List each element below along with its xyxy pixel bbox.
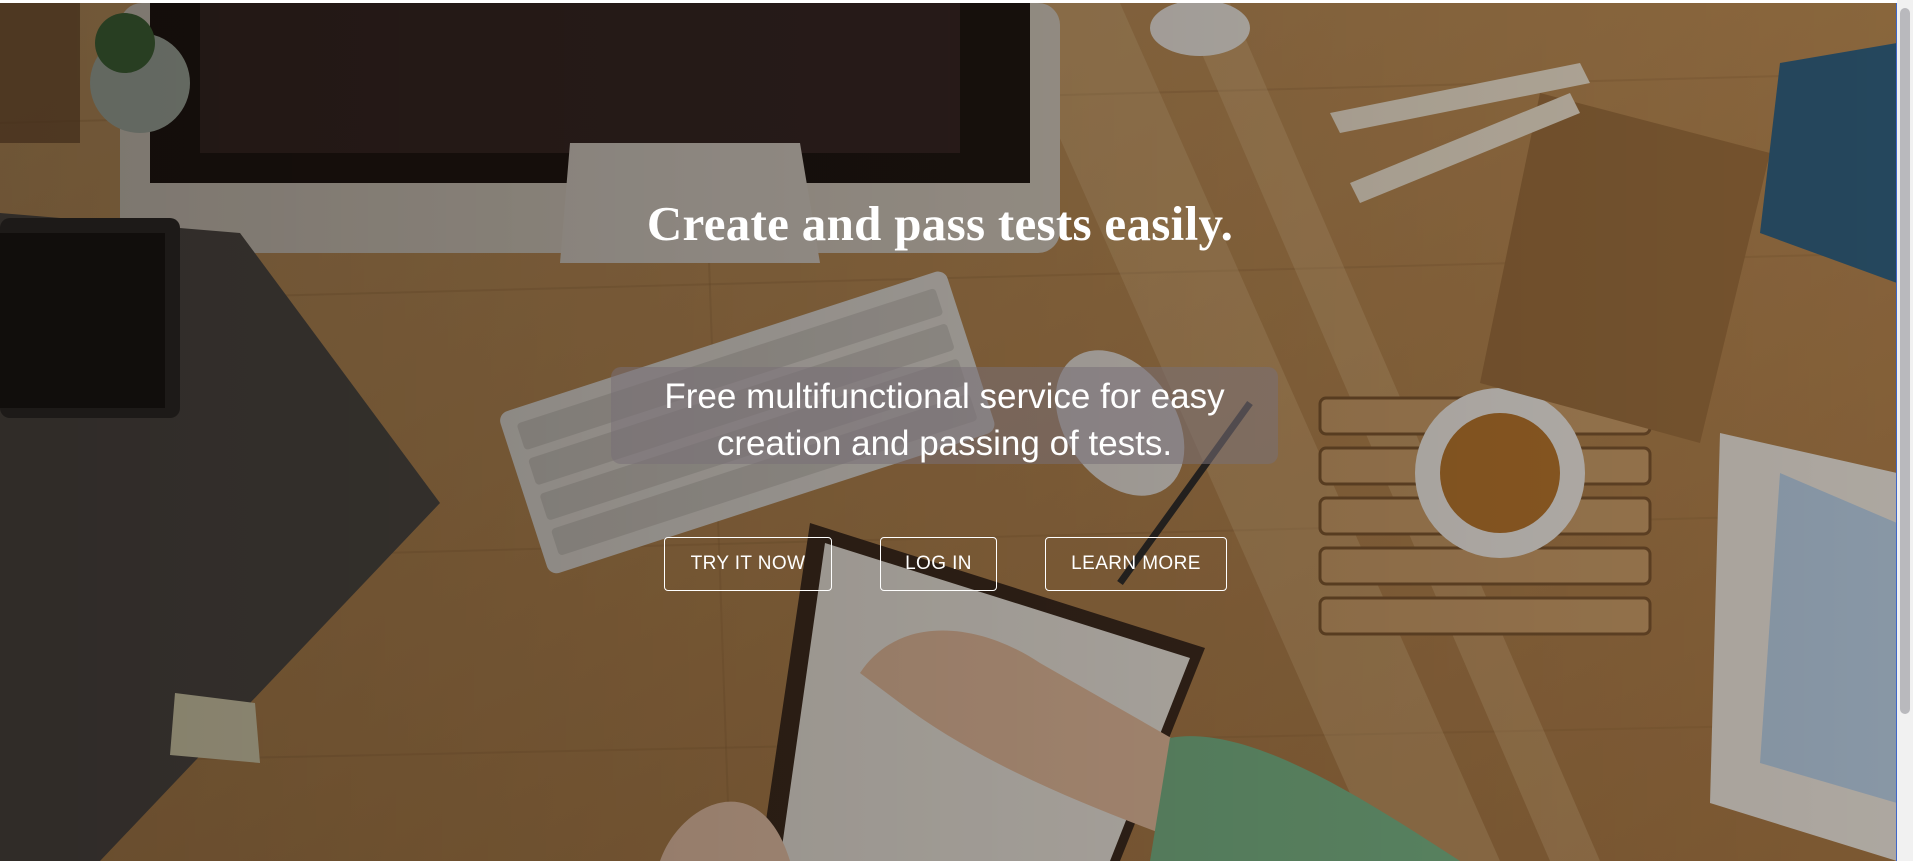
hero-headline: Create and pass tests easily. — [646, 196, 1234, 251]
hero-subtitle-line-1: Free multifunctional service for easy — [664, 377, 1225, 416]
hero-subtitle-line-2: creation and passing of tests. — [716, 424, 1173, 463]
log-in-button[interactable]: LOG IN — [880, 537, 997, 591]
learn-more-button[interactable]: LEARN MORE — [1045, 537, 1227, 591]
vertical-scrollbar[interactable] — [1897, 0, 1913, 861]
scrollbar-thumb[interactable] — [1900, 8, 1910, 714]
page-viewport: Create and pass tests easily. Free multi… — [0, 0, 1913, 861]
hero-subtitle: Free multifunctional service for easy cr… — [611, 367, 1278, 464]
try-it-now-button[interactable]: TRY IT NOW — [664, 537, 832, 591]
